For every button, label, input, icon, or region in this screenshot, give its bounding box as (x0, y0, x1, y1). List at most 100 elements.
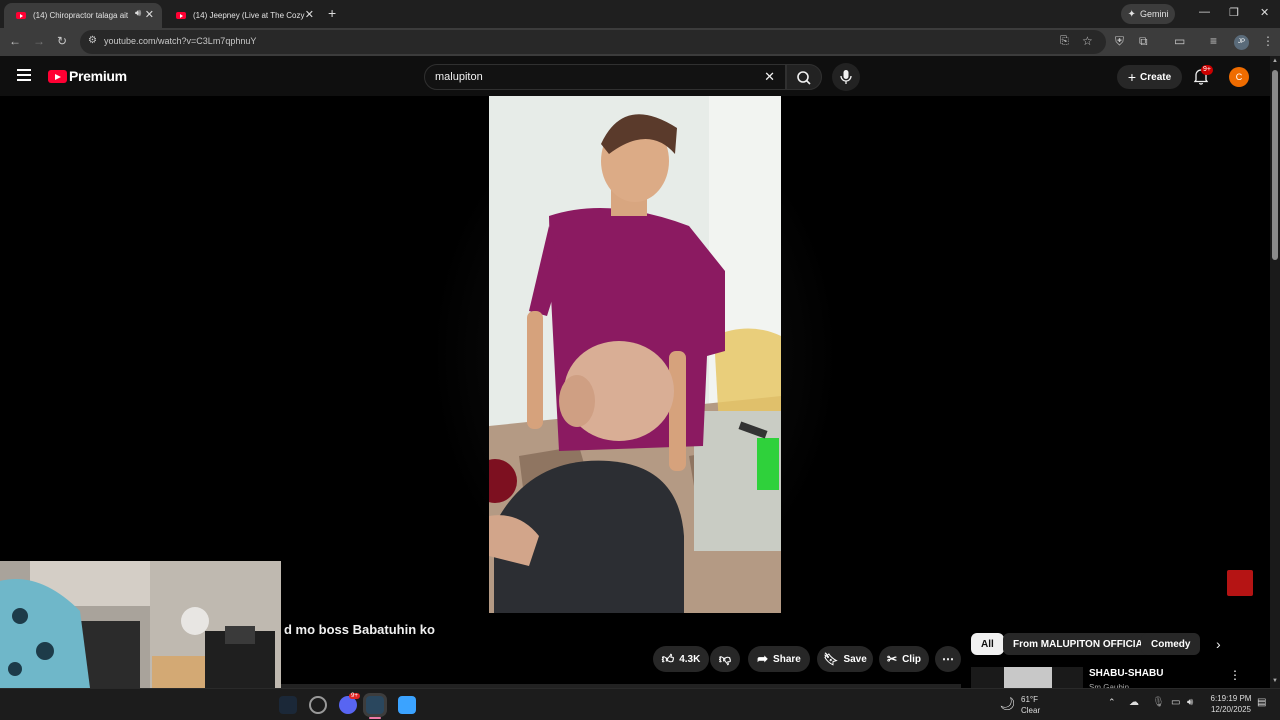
video-player[interactable] (0, 96, 1270, 613)
profile-initials: JP (1237, 39, 1245, 45)
gemini-sparkle-icon: ✦ (1127, 8, 1136, 20)
new-tab-icon[interactable]: + (328, 5, 336, 21)
moon-weather-icon: 🌙︎ (999, 696, 1016, 711)
weather-temp[interactable]: 61°F (1021, 695, 1038, 704)
share-button[interactable]: ➦ Share (748, 646, 810, 672)
notification-count-badge: 9+ (1201, 65, 1213, 75)
url-text: youtube.com/watch?v=C3Lm7qphnuY (104, 36, 257, 46)
back-icon[interactable]: ← (9, 34, 21, 48)
thumbs-down-icon: 👎︎ (718, 651, 732, 666)
bookmark-icon: 🔖︎ (823, 652, 839, 666)
scissors-icon: ✂ (887, 652, 898, 666)
clock-date[interactable]: 12/20/2025 (1206, 705, 1256, 714)
youtube-masthead: Premium malupiton ✕ + Create 9+ C (0, 56, 1270, 96)
minimize-icon[interactable]: — (1199, 6, 1210, 18)
save-label: Save (843, 653, 867, 665)
video-frame-image (489, 96, 781, 613)
reload-icon[interactable]: ↻ (57, 34, 67, 48)
tab-title: (14) Chiropractor talaga ait (33, 11, 129, 20)
more-actions-button[interactable]: ⋯ (935, 646, 961, 672)
account-avatar[interactable]: C (1229, 67, 1249, 87)
plus-icon: + (1127, 69, 1137, 85)
scroll-up-icon[interactable]: ▲ (1272, 58, 1278, 64)
bookmark-star-icon[interactable]: ☆ (1082, 34, 1093, 48)
voice-search-button[interactable] (832, 63, 860, 91)
video-frame[interactable] (489, 96, 781, 613)
youtube-favicon (176, 12, 186, 19)
weather-desc[interactable]: Clear (1021, 706, 1040, 715)
network-icon[interactable]: ▭ (1171, 697, 1180, 708)
like-button[interactable]: 👍︎ 4.3K (653, 646, 709, 672)
browser-menu-icon[interactable]: ⋮ (1262, 34, 1274, 48)
notepad-icon[interactable] (398, 696, 416, 714)
chip-from-channel[interactable]: From MALUPITON OFFICIAL (1003, 633, 1159, 655)
create-label: Create (1140, 71, 1172, 83)
dislike-button[interactable]: 👎︎ (710, 646, 740, 672)
search-query: malupiton (435, 71, 483, 83)
tab-search-icon[interactable]: ▭ (1174, 34, 1185, 48)
notification-center-icon[interactable]: ▤ (1257, 697, 1266, 708)
channel-watermark-icon[interactable] (1227, 570, 1253, 596)
webcam-image (0, 561, 281, 688)
volume-icon[interactable]: 🔊︎ (1187, 697, 1193, 708)
share-label: Share (773, 653, 801, 665)
speaker-icon[interactable]: 🔊︎ (135, 8, 141, 19)
install-app-icon[interactable]: ⎘ (1060, 35, 1069, 48)
os-taskbar: 9+ 🌙︎ 61°F Clear ⌃ ☁ 🎙︎ ▭ 🔊︎ 6:19:19 PM … (0, 688, 1280, 720)
share-arrow-icon: ➦ (757, 651, 769, 666)
search-input[interactable]: malupiton ✕ (424, 64, 786, 90)
save-button[interactable]: 🔖︎ Save (817, 646, 873, 672)
media-queue-icon[interactable]: ≡ (1210, 34, 1217, 48)
tab-title: (14) Jeepney (Live at The Cozy C (193, 11, 305, 20)
next-video-title[interactable]: SHABU-SHABU (1089, 668, 1163, 679)
next-video-thumbnail[interactable] (971, 667, 1083, 688)
clock-time[interactable]: 6:19:19 PM (1206, 694, 1256, 703)
cloud-icon[interactable]: ☁ (1129, 697, 1139, 708)
search-button[interactable] (786, 64, 822, 90)
close-tab-icon[interactable]: ✕ (305, 8, 314, 21)
thumbnail-image (1004, 667, 1052, 688)
discord-badge: 9+ (349, 693, 360, 699)
chip-comedy[interactable]: Comedy (1141, 633, 1201, 655)
video-menu-icon[interactable]: ⋮ (1229, 668, 1241, 682)
page-scrollbar[interactable]: ▲ ▼ (1270, 56, 1280, 688)
microphone-tray-icon[interactable]: 🎙︎ (1152, 697, 1165, 708)
clear-search-icon[interactable]: ✕ (764, 69, 775, 85)
chip-all[interactable]: All (971, 633, 1004, 655)
clip-button[interactable]: ✂ Clip (879, 646, 929, 672)
youtube-logo-icon[interactable] (48, 70, 67, 83)
site-info-icon[interactable]: ⚙ (88, 35, 97, 46)
webcam-overlay (0, 561, 281, 688)
close-tab-icon[interactable]: ✕ (145, 8, 154, 21)
browser-tab-strip: (14) Chiropractor talaga ait 🔊︎ ✕ (14) J… (0, 0, 1280, 28)
address-bar[interactable]: ⚙ youtube.com/watch?v=C3Lm7qphnuY ⎘ ☆ (80, 30, 1106, 54)
tray-overflow-icon[interactable]: ⌃ (1108, 697, 1116, 708)
app-icon-circle[interactable] (309, 696, 327, 714)
clip-label: Clip (902, 653, 921, 665)
browser-tab-jeepney[interactable]: (14) Jeepney (Live at The Cozy C ✕ (164, 3, 322, 28)
hamburger-menu-icon[interactable] (17, 69, 31, 81)
chevron-right-icon[interactable]: › (1216, 636, 1221, 652)
like-count: 4.3K (679, 653, 701, 665)
search-icon (797, 71, 811, 85)
scroll-down-icon[interactable]: ▼ (1272, 678, 1278, 684)
thumbs-up-icon: 👍︎ (661, 651, 675, 666)
extensions-icon[interactable]: ⧉ (1139, 34, 1148, 49)
microphone-icon (840, 70, 852, 84)
browser-tab-chiropractor[interactable]: (14) Chiropractor talaga ait 🔊︎ ✕ (4, 3, 162, 28)
restore-icon[interactable]: ❐ (1229, 6, 1239, 19)
youtube-favicon (16, 12, 26, 19)
steam-icon[interactable] (279, 696, 297, 714)
steam-active-icon[interactable] (366, 696, 384, 714)
youtube-logo-text[interactable]: Premium (69, 68, 127, 84)
active-app-indicator (369, 717, 381, 719)
scroll-thumb[interactable] (1272, 70, 1278, 260)
more-horizontal-icon: ⋯ (942, 652, 954, 666)
shield-icon[interactable]: ⛨ (1115, 34, 1124, 49)
gemini-label: Gemini (1139, 9, 1169, 19)
close-window-icon[interactable]: ✕ (1260, 6, 1269, 19)
profile-avatar[interactable]: JP (1234, 35, 1249, 50)
create-button[interactable]: + Create (1117, 65, 1182, 89)
gemini-button[interactable]: ✦ Gemini (1121, 4, 1175, 24)
forward-icon[interactable]: → (33, 34, 45, 48)
